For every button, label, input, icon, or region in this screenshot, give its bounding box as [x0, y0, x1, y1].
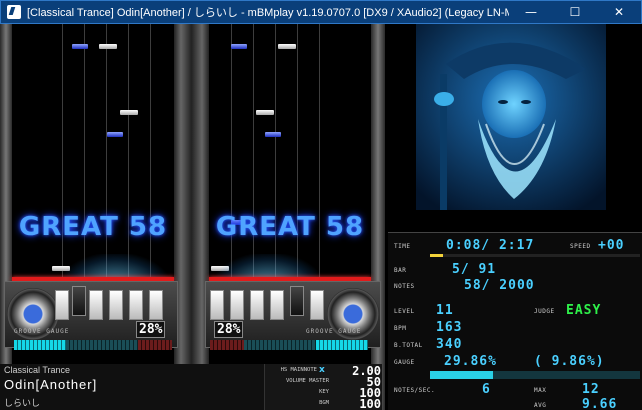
bpm-label: BPM [394, 325, 407, 332]
hispeed-row: HS MAINNOTE x 2.00 [265, 364, 383, 378]
lane-divider [84, 24, 85, 290]
song-title: Odin[Another] [4, 377, 98, 392]
right-frame [371, 24, 385, 410]
bgm-volume-label: BGM [319, 400, 329, 406]
volume-label: VOLUME MASTER [285, 378, 329, 384]
bar-label: BAR [394, 267, 407, 274]
lane-divider [319, 24, 320, 290]
p2-key-2[interactable] [230, 290, 244, 320]
p2-key-4[interactable] [270, 290, 284, 320]
p2-gauge-percent: 28% [214, 321, 244, 338]
level-value: 11 [436, 303, 454, 318]
p2-key-5[interactable] [290, 286, 304, 316]
note [99, 44, 117, 49]
nps-label: NOTES/SEC. [394, 387, 436, 394]
btotal-label: B.TOTAL [394, 342, 423, 349]
bpm-value: 163 [436, 320, 463, 335]
p1-gauge-percent: 28% [136, 321, 166, 338]
lane-divider [106, 24, 107, 290]
notes-label: NOTES [394, 283, 415, 290]
p1-gauge-fill [14, 340, 66, 350]
speed-label: SPEED [570, 243, 591, 250]
time-label: TIME [394, 243, 411, 250]
note [231, 44, 247, 49]
game-screen: GREAT 58 GREAT 58 GROOVE GAUGE 28% 28% G… [0, 24, 642, 410]
note [72, 44, 88, 49]
bar-value: 5/ 91 [452, 262, 497, 277]
bgm-volume-row: BGM 100 [265, 397, 383, 410]
judge-value: EASY [566, 303, 602, 318]
p2-key-6[interactable] [310, 290, 324, 320]
max-value: 12 [582, 382, 600, 397]
p1-judge-text: GREAT 58 [18, 212, 168, 242]
avg-value: 9.66 [582, 397, 618, 410]
window-title: [Classical Trance] Odin[Another] / しらいし … [27, 7, 509, 19]
note [256, 110, 274, 115]
bgm-volume-value: 100 [359, 397, 381, 410]
max-label: MAX [534, 387, 547, 394]
bga-portrait [416, 24, 606, 210]
lane-divider [231, 24, 232, 290]
app-icon [7, 5, 21, 19]
stats-panel: TIME 0:08/ 2:17 SPEED +00 BAR 5/ 91 NOTE… [388, 232, 642, 410]
center-frame [174, 24, 209, 410]
p2-lanes [209, 24, 371, 290]
window-titlebar[interactable]: [Classical Trance] Odin[Another] / しらいし … [0, 0, 642, 24]
nps-value: 6 [482, 382, 491, 397]
lane-divider [150, 24, 151, 290]
gauge-label: GAUGE [394, 359, 415, 366]
lane-divider [275, 24, 276, 290]
gauge-value: 29.86% [444, 354, 497, 369]
lane-divider [253, 24, 254, 290]
lane-divider [297, 24, 298, 290]
p2-gauge-fill [316, 340, 368, 350]
time-progress-fill [430, 254, 443, 257]
gauge-progress-fill [430, 371, 493, 379]
note [265, 132, 281, 137]
time-progress [430, 254, 640, 257]
time-value: 0:08/ 2:17 [446, 238, 535, 253]
p2-gauge-label: GROOVE GAUGE [306, 328, 362, 335]
hispeed-label: HS MAINNOTE [280, 367, 317, 373]
note [120, 110, 138, 115]
p1-key-5[interactable] [129, 290, 143, 320]
level-label: LEVEL [394, 308, 415, 315]
p1-gauge-red [138, 340, 172, 350]
song-artist: しらいし [4, 398, 41, 408]
lane-divider [62, 24, 63, 290]
p1-gauge-label: GROOVE GAUGE [14, 328, 70, 335]
minimize-button[interactable]: — [509, 1, 553, 23]
lane-divider [128, 24, 129, 290]
notes-value: 58/ 2000 [464, 278, 535, 293]
bga-image [416, 24, 606, 210]
p1-key-3[interactable] [89, 290, 103, 320]
note [107, 132, 123, 137]
key-volume-label: KEY [319, 389, 329, 395]
settings-panel: HS MAINNOTE x 2.00 VOLUME MASTER 50 KEY … [264, 364, 382, 410]
p2-judge-text: GREAT 58 [215, 212, 365, 242]
gauge-sub-value: ( 9.86%) [534, 354, 605, 369]
maximize-button[interactable]: ☐ [553, 1, 597, 23]
p2-gauge-empty [244, 340, 316, 350]
p1-gauge-empty [66, 340, 138, 350]
song-genre: Classical Trance [4, 365, 71, 375]
avg-label: AVG [534, 402, 547, 409]
close-button[interactable]: ✕ [597, 1, 641, 23]
p1-key-2[interactable] [72, 286, 86, 316]
p1-key-1[interactable] [55, 290, 69, 320]
left-frame [0, 24, 12, 410]
speed-value: +00 [598, 238, 625, 253]
hispeed-mult: x [319, 365, 325, 375]
p2-gauge-red [210, 340, 244, 350]
note [278, 44, 296, 49]
p1-key-4[interactable] [109, 290, 123, 320]
judge-label: JUDGE [534, 308, 555, 315]
p2-key-3[interactable] [250, 290, 264, 320]
p2-key-1[interactable] [210, 290, 224, 320]
p1-key-6[interactable] [149, 290, 163, 320]
song-info: Classical Trance Odin[Another] しらいし [0, 364, 264, 410]
gauge-progress [430, 371, 640, 379]
p1-lanes [12, 24, 174, 290]
btotal-value: 340 [436, 337, 463, 352]
